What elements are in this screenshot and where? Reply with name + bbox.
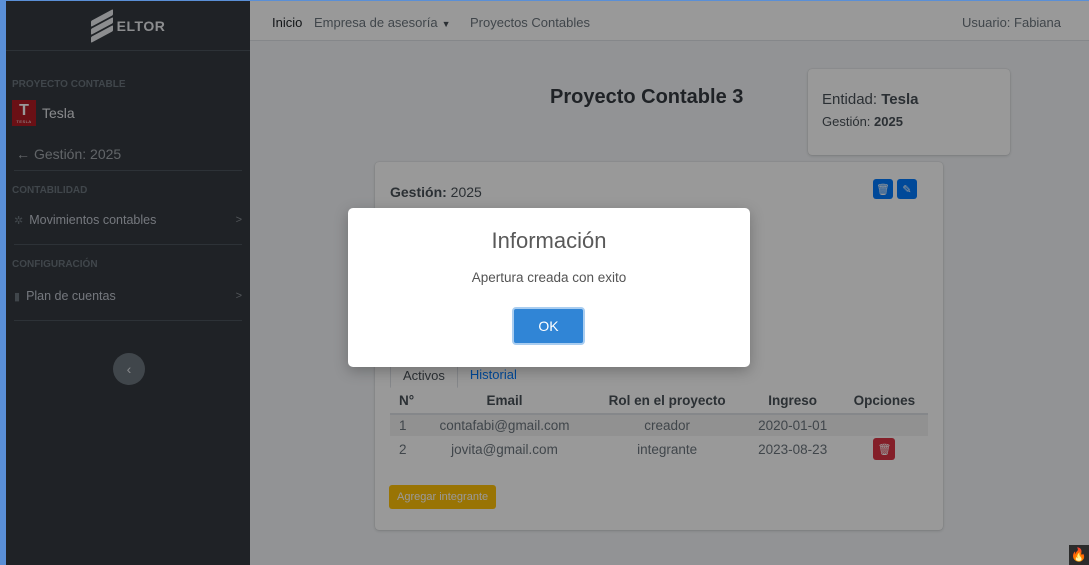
modal-title: Información: [491, 228, 607, 253]
ok-button[interactable]: OK: [512, 307, 585, 345]
flame-icon[interactable]: 🔥: [1069, 545, 1089, 565]
info-modal: Información Apertura creada con exito OK: [348, 208, 750, 367]
modal-message: Apertura creada con exito: [471, 270, 627, 285]
